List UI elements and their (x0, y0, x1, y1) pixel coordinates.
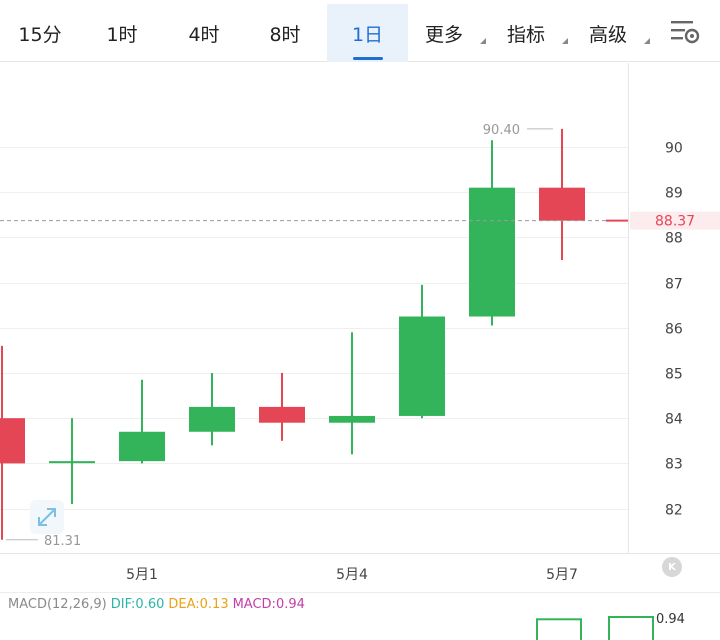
x-tick-label: 5月4 (336, 567, 368, 583)
macd-dea-value: DEA:0.13 (168, 597, 229, 612)
y-tick-label: 86 (665, 322, 683, 338)
dropdown-caret-icon (644, 38, 650, 44)
candle-body (0, 418, 25, 464)
macd-histogram (536, 616, 654, 640)
dropdown-caret-icon (562, 38, 568, 44)
x-tick-label: 5月1 (126, 567, 158, 583)
y-tick-label: 88 (665, 231, 683, 247)
tab-4hour[interactable]: 4时 (164, 4, 244, 62)
candle-body (119, 431, 165, 462)
x-tick-label: 5月7 (546, 567, 578, 583)
y-tick-label: 85 (665, 367, 683, 383)
tab-advanced[interactable]: 高级 (576, 4, 650, 62)
candle-body (469, 187, 515, 317)
candle-body (189, 406, 235, 432)
chart-settings-icon (671, 21, 700, 44)
y-tick-label: 90 (665, 141, 683, 157)
candle-body (539, 187, 585, 221)
y-tick-label: 82 (665, 503, 683, 519)
macd-dif-value: DIF:0.60 (110, 597, 165, 612)
y-tick-label: 84 (665, 412, 683, 428)
tab-indicators[interactable]: 指标 (494, 4, 568, 62)
tab-label: 1日 (351, 23, 384, 46)
timeframe-tabbar: 15分 1时 4时 8时 1日 更多 指标 高级 (0, 0, 720, 62)
y-tick-label: 87 (665, 277, 683, 293)
tab-label: 15分 (18, 23, 62, 46)
candle-body (49, 461, 95, 464)
chart-settings-button[interactable] (668, 16, 702, 48)
candlestick-chart[interactable]: 82 83 84 85 86 87 88 89 90 5月1 5月4 5月7 88.37 90.40 81.… (0, 63, 720, 592)
candle-body (259, 406, 305, 423)
tab-label: 1时 (106, 23, 138, 46)
high-price-label: 90.40 (483, 123, 520, 138)
y-tick-label: 83 (665, 457, 683, 473)
macd-histogram-bar (536, 618, 582, 640)
tab-1day[interactable]: 1日 (327, 4, 408, 62)
k-badge-icon[interactable]: K (662, 557, 682, 577)
candle-body (329, 415, 375, 423)
tab-label: 更多 (424, 23, 463, 46)
tab-more[interactable]: 更多 (412, 4, 486, 62)
macd-macd-value: MACD:0.94 (232, 597, 305, 612)
macd-title: MACD(12,26,9) (8, 597, 107, 612)
tab-label: 8时 (269, 23, 301, 46)
tab-label: 指标 (506, 23, 545, 46)
expand-chart-button[interactable] (30, 500, 64, 534)
expand-arrows-icon (38, 508, 56, 526)
tab-label: 高级 (588, 23, 627, 46)
current-price-label: 88.37 (655, 214, 695, 230)
tab-1hour[interactable]: 1时 (82, 4, 162, 62)
tab-15min[interactable]: 15分 (0, 4, 80, 62)
dropdown-caret-icon (480, 38, 486, 44)
macd-legend: MACD(12,26,9) DIF:0.60 DEA:0.13 MACD:0.9… (0, 592, 720, 616)
y-tick-label: 89 (665, 186, 683, 202)
candle-body (399, 316, 445, 416)
tab-label: 4时 (188, 23, 220, 46)
low-price-label: 81.31 (44, 534, 81, 549)
tab-8hour[interactable]: 8时 (245, 4, 325, 62)
macd-histogram-bar (608, 616, 654, 640)
